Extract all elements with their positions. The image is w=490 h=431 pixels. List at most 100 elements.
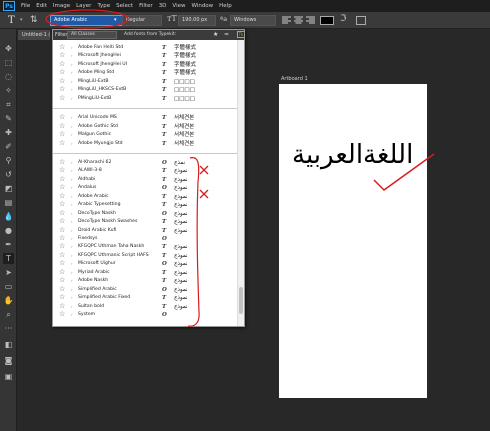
favorite-star-icon[interactable]: ☆: [59, 183, 65, 191]
warp-text-icon[interactable]: ℑ: [340, 14, 346, 24]
favorite-star-icon[interactable]: ☆: [59, 200, 65, 208]
font-list-item[interactable]: ☆ › Simplified Arabic Fixed T نموذج: [53, 293, 237, 302]
favorite-star-icon[interactable]: ☆: [59, 158, 65, 166]
chevron-right-icon[interactable]: ›: [71, 252, 73, 260]
font-list-item[interactable]: ☆ › Microsoft JhengHei UI T 字體樣式: [53, 60, 237, 69]
type-tool-icon[interactable]: T: [8, 15, 15, 26]
font-list-item[interactable]: ☆ › MingLiU_HKSCS-ExtB T □□□□: [53, 85, 237, 94]
font-size-field[interactable]: 190.00 px: [178, 15, 216, 26]
align-left-icon[interactable]: [282, 16, 291, 24]
chevron-right-icon[interactable]: ›: [71, 176, 73, 184]
rectangle-tool-icon[interactable]: ▭: [3, 281, 14, 292]
font-list-item[interactable]: ☆ › Arial Unicode MS T 서체견본: [53, 113, 237, 122]
font-list-item[interactable]: ☆ › Adobe Myungjo Std T 서체견본: [53, 139, 237, 148]
chevron-right-icon[interactable]: ›: [71, 69, 73, 77]
chevron-right-icon[interactable]: ›: [71, 218, 73, 226]
similar-fonts-icon[interactable]: ≈: [224, 31, 229, 38]
chevron-right-icon[interactable]: ›: [71, 78, 73, 86]
font-list-item[interactable]: ☆ › KFGQPC Uthmanic Script HAFS T نموذج: [53, 251, 237, 260]
zoom-tool-icon[interactable]: ⌕: [3, 309, 14, 320]
history-brush-icon[interactable]: ↺: [3, 169, 14, 180]
document-tab[interactable]: Untitled-1 @: [18, 30, 50, 40]
favorite-star-icon[interactable]: ☆: [59, 175, 65, 183]
chevron-right-icon[interactable]: ›: [71, 227, 73, 235]
menu-help[interactable]: Help: [219, 3, 232, 9]
favorite-star-icon[interactable]: ☆: [59, 209, 65, 217]
font-list-item[interactable]: ☆ › DecoType Naskh Swashes T نموذج: [53, 217, 237, 226]
healing-brush-icon[interactable]: ✚: [3, 127, 14, 138]
favorite-star-icon[interactable]: ☆: [59, 60, 65, 68]
font-list-item[interactable]: ☆ › Simplified Arabic O نموذج: [53, 285, 237, 294]
chevron-right-icon[interactable]: ›: [71, 44, 73, 52]
menu-file[interactable]: File: [21, 3, 30, 9]
hand-tool-icon[interactable]: ✋: [3, 295, 14, 306]
favorite-star-icon[interactable]: ☆: [59, 268, 65, 276]
chevron-right-icon[interactable]: ›: [71, 95, 73, 103]
color-swatches-icon[interactable]: ◧: [3, 339, 14, 350]
path-selection-icon[interactable]: ➤: [3, 267, 14, 278]
chevron-right-icon[interactable]: ›: [71, 201, 73, 209]
brush-tool-icon[interactable]: ✐: [3, 141, 14, 152]
chevron-right-icon[interactable]: ›: [71, 61, 73, 69]
text-orientation-icon[interactable]: ⇅: [30, 15, 38, 25]
marquee-tool-icon[interactable]: ⬚: [3, 57, 14, 68]
crop-tool-icon[interactable]: ⌗: [3, 99, 14, 110]
font-list-item[interactable]: ☆ › MingLiU-ExtB T □□□□: [53, 77, 237, 86]
chevron-right-icon[interactable]: ›: [71, 210, 73, 218]
menu-window[interactable]: Window: [191, 3, 213, 9]
move-tool-icon[interactable]: ✥: [3, 43, 14, 54]
gradient-tool-icon[interactable]: ▤: [3, 197, 14, 208]
favorite-star-icon[interactable]: ☆: [59, 276, 65, 284]
chevron-right-icon[interactable]: ›: [71, 294, 73, 302]
eyedropper-tool-icon[interactable]: ✎: [3, 113, 14, 124]
chevron-right-icon[interactable]: ›: [71, 243, 73, 251]
font-list-item[interactable]: ☆ › Droid Arabic Kufi T نموذج: [53, 226, 237, 235]
font-list-item[interactable]: ☆ › Adobe Naskh T نموذج: [53, 276, 237, 285]
favorite-star-icon[interactable]: ☆: [59, 166, 65, 174]
scrollbar-thumb[interactable]: [239, 287, 243, 314]
font-list-item[interactable]: ☆ › Fixedsys O: [53, 234, 237, 243]
font-list-item[interactable]: ☆ › Microsoft Uighur O نموذج: [53, 259, 237, 268]
star-filter-icon[interactable]: ★: [213, 31, 218, 38]
chevron-right-icon[interactable]: ›: [71, 269, 73, 277]
chevron-right-icon[interactable]: ›: [71, 114, 73, 122]
chevron-right-icon[interactable]: ›: [71, 86, 73, 94]
eraser-tool-icon[interactable]: ◩: [3, 183, 14, 194]
align-center-icon[interactable]: [294, 16, 303, 24]
pen-tool-icon[interactable]: ✒: [3, 239, 14, 250]
favorite-star-icon[interactable]: ☆: [59, 217, 65, 225]
tool-preset-caret-icon[interactable]: ▾: [20, 17, 23, 23]
favorite-star-icon[interactable]: ☆: [59, 139, 65, 147]
favorite-star-icon[interactable]: ☆: [59, 77, 65, 85]
favorite-star-icon[interactable]: ☆: [59, 242, 65, 250]
favorite-star-icon[interactable]: ☆: [59, 302, 65, 310]
type-tool-icon[interactable]: T: [3, 253, 14, 264]
font-list-item[interactable]: ☆ › KFGQPC Uthman Taha Naskh T نموذج: [53, 242, 237, 251]
character-panel-icon[interactable]: [356, 16, 366, 25]
font-class-filter[interactable]: All Classes: [67, 31, 117, 39]
chevron-right-icon[interactable]: ›: [71, 311, 73, 319]
favorite-star-icon[interactable]: ☆: [59, 234, 65, 242]
menu-view[interactable]: View: [172, 3, 185, 9]
chevron-right-icon[interactable]: ›: [71, 303, 73, 311]
favorite-star-icon[interactable]: ☆: [59, 251, 65, 259]
chevron-right-icon[interactable]: ›: [71, 159, 73, 167]
font-list-item[interactable]: ☆ › Microsoft JhengHei T 字體樣式: [53, 51, 237, 60]
chevron-right-icon[interactable]: ›: [71, 140, 73, 148]
favorite-star-icon[interactable]: ☆: [59, 293, 65, 301]
align-right-icon[interactable]: [306, 16, 315, 24]
font-list-item[interactable]: ☆ › Sultan bold T نموذج: [53, 302, 237, 311]
favorite-star-icon[interactable]: ☆: [59, 85, 65, 93]
font-list-item[interactable]: ☆ › Adobe Ming Std T 字體樣式: [53, 68, 237, 77]
magic-wand-icon[interactable]: ✧: [3, 85, 14, 96]
favorite-star-icon[interactable]: ☆: [59, 113, 65, 121]
lasso-tool-icon[interactable]: ◌: [3, 71, 14, 82]
font-list-item[interactable]: ☆ › Adobe Fan Heiti Std T 字體樣式: [53, 43, 237, 52]
favorite-star-icon[interactable]: ☆: [59, 68, 65, 76]
dodge-tool-icon[interactable]: ●: [3, 225, 14, 236]
font-list-scrollbar[interactable]: [237, 40, 244, 326]
menu-filter[interactable]: Filter: [139, 3, 153, 9]
clone-stamp-icon[interactable]: ⚲: [3, 155, 14, 166]
favorite-star-icon[interactable]: ☆: [59, 43, 65, 51]
quick-mask-icon[interactable]: ◙: [3, 355, 14, 366]
